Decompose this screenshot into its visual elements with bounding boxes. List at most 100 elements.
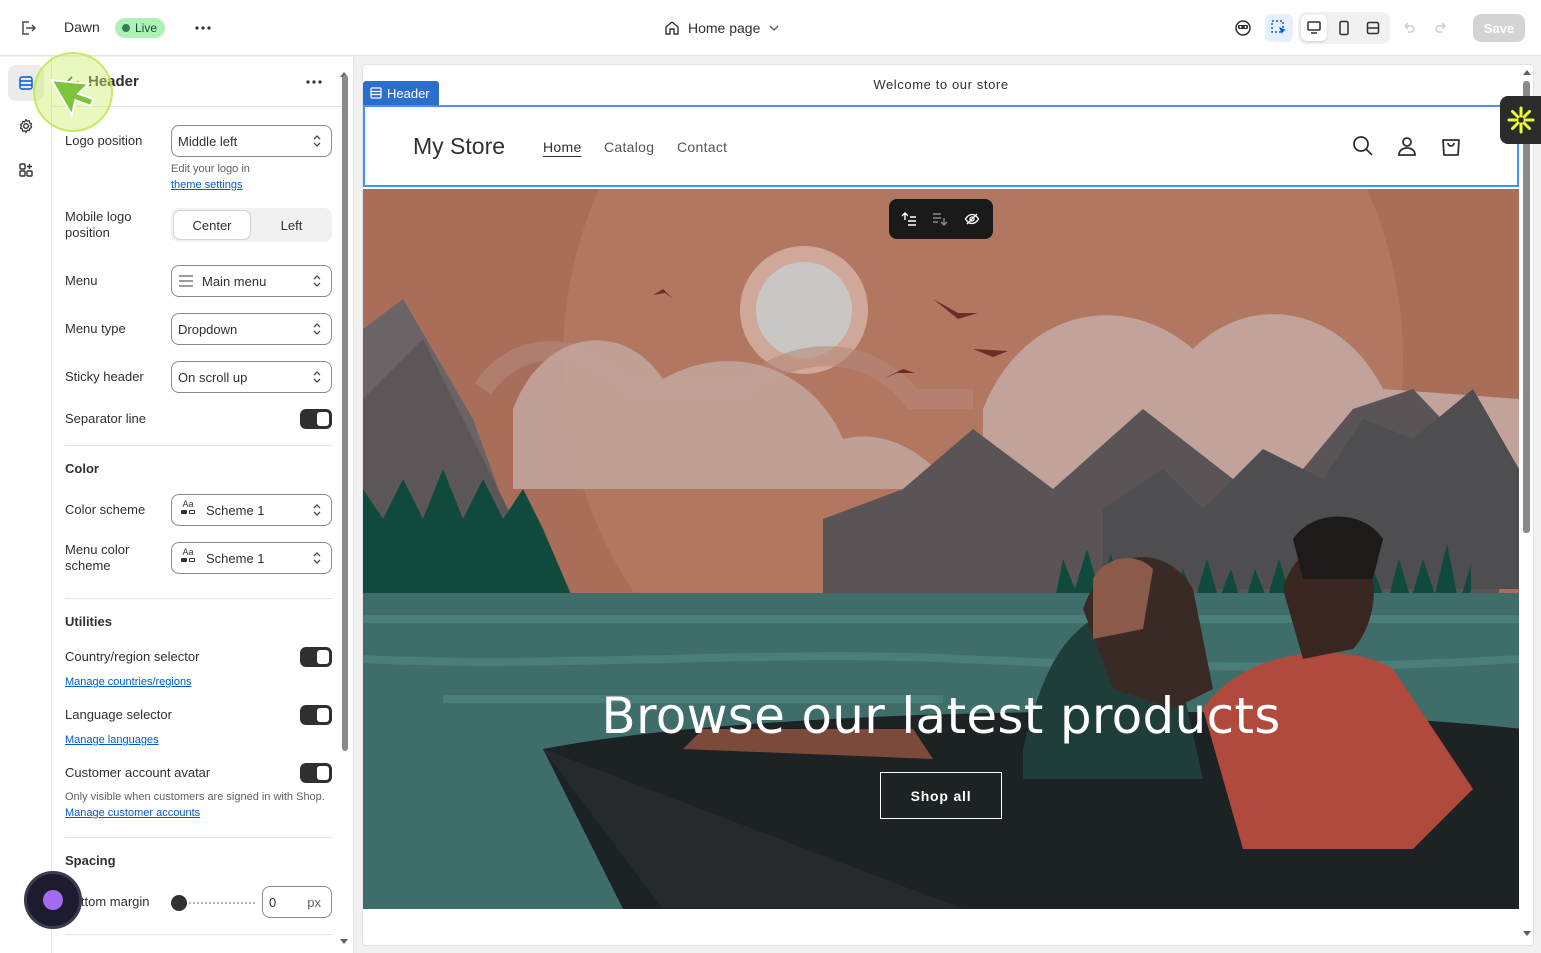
color-section-title: Color [65, 461, 99, 476]
account-icon[interactable] [1395, 134, 1419, 158]
hero-title: Browse our latest products [601, 687, 1281, 745]
country-selector-label: Country/region selector [65, 649, 200, 664]
redo-icon[interactable] [1427, 14, 1455, 42]
bottom-margin-slider[interactable] [171, 895, 255, 911]
menu-value: Main menu [202, 273, 267, 289]
logo-position-value: Middle left [178, 133, 238, 149]
sticky-header-value: On scroll up [178, 369, 248, 385]
color-scheme-swatch-icon: Aa [178, 548, 198, 568]
color-scheme-value: Scheme 1 [206, 502, 265, 518]
bottom-margin-unit: px [307, 895, 321, 910]
save-button[interactable]: Save [1473, 14, 1525, 42]
slider-handle[interactable] [171, 895, 187, 911]
preview-scrollbar-thumb[interactable] [1523, 81, 1530, 533]
manage-customer-accounts-link[interactable]: Manage customer accounts [65, 807, 200, 819]
move-up-icon[interactable] [899, 209, 919, 229]
store-header[interactable]: My Store Home Catalog Contact [363, 105, 1519, 187]
separator-line-toggle[interactable] [300, 409, 332, 429]
nav-contact[interactable]: Contact [677, 139, 727, 155]
settings-panel: Header Logo position Middle left Edit yo… [52, 57, 354, 953]
store-preview: Welcome to our store Header My Store Hom… [362, 64, 1534, 946]
nav-catalog[interactable]: Catalog [604, 139, 654, 155]
select-arrows-icon [313, 504, 321, 516]
panel-scrollbar-thumb[interactable] [342, 75, 348, 751]
language-selector-label: Language selector [65, 707, 172, 722]
shop-all-button[interactable]: Shop all [880, 772, 1002, 819]
manage-languages-link[interactable]: Manage languages [65, 732, 159, 748]
sidekick-icon[interactable] [1500, 96, 1541, 144]
page-selector-label: Home page [688, 20, 761, 36]
logo-position-label: Logo position [65, 133, 143, 148]
live-badge: Live [115, 18, 166, 38]
country-selector-toggle[interactable] [300, 647, 332, 667]
mobile-logo-left-option[interactable]: Left [253, 210, 330, 240]
cursor-highlight [33, 52, 113, 132]
manage-countries-link[interactable]: Manage countries/regions [65, 674, 192, 690]
bottom-margin-input[interactable]: 0 px [262, 886, 332, 918]
color-scheme-label: Color scheme [65, 502, 146, 517]
menu-color-scheme-label: Menu color scheme [65, 542, 130, 573]
fullscreen-view-icon[interactable] [1360, 15, 1386, 41]
theme-inspector-icon[interactable] [1229, 14, 1257, 42]
theme-settings-link[interactable]: theme settings [171, 177, 250, 193]
select-arrows-icon [313, 323, 321, 335]
logo-position-select[interactable]: Middle left [171, 125, 332, 157]
customer-avatar-toggle[interactable] [300, 763, 332, 783]
cart-icon[interactable] [1439, 134, 1463, 158]
bottom-margin-value: 0 [269, 895, 277, 910]
assistant-orb-icon [43, 890, 63, 910]
select-arrows-icon [313, 371, 321, 383]
divider [65, 445, 332, 446]
divider [65, 598, 332, 599]
menu-type-value: Dropdown [178, 321, 238, 337]
nav-home[interactable]: Home [543, 139, 582, 155]
logo-help: Edit your logo in theme settings [171, 161, 250, 193]
select-tool-icon[interactable] [1265, 14, 1293, 42]
hero-banner[interactable]: Browse our latest products Shop all [363, 189, 1519, 909]
desktop-view-icon[interactable] [1301, 15, 1327, 41]
header-section-tag-label: Header [387, 85, 430, 101]
select-arrows-icon [313, 552, 321, 564]
color-scheme-select[interactable]: Aa Scheme 1 [171, 494, 332, 526]
top-bar: Dawn Live Home page Save [0, 0, 1541, 56]
search-icon[interactable] [1351, 134, 1375, 158]
mobile-logo-label: Mobile logo position [65, 209, 132, 240]
spacing-section-title: Spacing [65, 853, 116, 868]
logo-help-text: Edit your logo in [171, 163, 250, 175]
language-selector-toggle[interactable] [300, 705, 332, 725]
section-toolbar [889, 199, 993, 239]
section-icon [370, 87, 382, 99]
sticky-header-label: Sticky header [65, 369, 144, 384]
device-switcher [1298, 12, 1390, 44]
menu-type-select[interactable]: Dropdown [171, 313, 332, 345]
menu-list-icon [179, 275, 193, 287]
customer-avatar-help: Only visible when customers are signed i… [65, 789, 333, 821]
panel-more-icon[interactable] [302, 70, 326, 94]
store-logo[interactable]: My Store [413, 133, 505, 160]
sticky-header-select[interactable]: On scroll up [171, 361, 332, 393]
hide-section-icon[interactable] [962, 209, 982, 229]
theme-name: Dawn [64, 19, 100, 35]
menu-select[interactable]: Main menu [171, 265, 332, 297]
menu-color-scheme-select[interactable]: Aa Scheme 1 [171, 542, 332, 574]
customer-avatar-help-text: Only visible when customers are signed i… [65, 791, 325, 803]
assistant-button[interactable] [24, 871, 82, 929]
announcement-bar: Welcome to our store [873, 76, 1009, 92]
header-section-tag: Header [363, 81, 439, 105]
menu-type-label: Menu type [65, 321, 126, 336]
mobile-view-icon[interactable] [1331, 15, 1357, 41]
more-actions-icon[interactable] [190, 16, 216, 40]
customer-avatar-label: Customer account avatar [65, 765, 211, 780]
mobile-logo-segmented: Center Left [171, 208, 332, 242]
undo-icon[interactable] [1395, 14, 1423, 42]
move-down-icon[interactable] [930, 209, 950, 229]
apps-icon[interactable] [8, 152, 44, 188]
exit-icon[interactable] [16, 16, 40, 40]
select-arrows-icon [313, 135, 321, 147]
select-arrows-icon [313, 275, 321, 287]
mobile-logo-center-option[interactable]: Center [173, 210, 251, 240]
left-rail [0, 57, 52, 953]
utilities-section-title: Utilities [65, 614, 112, 629]
page-selector[interactable]: Home page [664, 16, 780, 40]
cursor-arrow-icon [49, 78, 95, 118]
